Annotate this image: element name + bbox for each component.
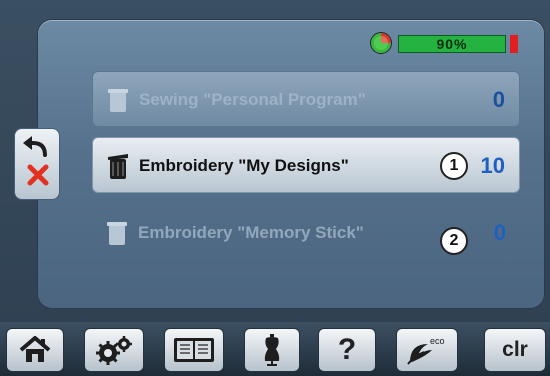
- clear-icon: clr: [502, 338, 528, 361]
- eco-label: eco: [430, 336, 445, 346]
- clear-button[interactable]: clr: [484, 328, 546, 372]
- callout-2: 2: [440, 227, 468, 255]
- help-icon: ?: [337, 333, 357, 366]
- list-item-count: 10: [480, 153, 505, 178]
- trash-bin-icon: [107, 222, 127, 245]
- list-item-count: 0: [492, 87, 505, 112]
- home-button[interactable]: [6, 328, 64, 372]
- screen-area: 90% Sewing "Personal Program" 0 Embroide…: [0, 0, 550, 322]
- callout-1: 1: [440, 152, 468, 180]
- status-indicator: 90%: [370, 32, 526, 54]
- tutorial-button[interactable]: [164, 328, 224, 372]
- bottom-toolbar: ? eco clr: [0, 322, 550, 376]
- eco-button[interactable]: eco: [396, 328, 458, 372]
- help-button[interactable]: ?: [318, 328, 376, 372]
- list-item-label: Embroidery "My Designs": [139, 156, 349, 175]
- home-icon: [19, 336, 51, 362]
- list-item-label: Embroidery "Memory Stick": [138, 223, 364, 242]
- fill-level-marker: [510, 35, 518, 53]
- back-cancel-button[interactable]: [14, 128, 60, 200]
- tutorial-book-icon: [174, 338, 214, 362]
- fill-level-bar: 90%: [398, 35, 506, 53]
- cancel-x-icon: [27, 164, 49, 186]
- list-item-label: Sewing "Personal Program": [139, 90, 366, 109]
- list-item-sewing-personal-program[interactable]: Sewing "Personal Program" 0: [92, 71, 520, 127]
- consultant-dressform-icon: [264, 334, 280, 366]
- setup-button[interactable]: [84, 328, 144, 372]
- eco-icon: eco: [407, 336, 445, 365]
- list-item-count: 0: [493, 220, 506, 245]
- trash-bin-icon: [108, 89, 128, 112]
- consultant-button[interactable]: [244, 328, 300, 372]
- settings-gears-icon: [96, 336, 132, 365]
- fill-level-text: 90%: [436, 36, 468, 52]
- trash-bin-icon: [108, 154, 128, 179]
- pie-chart-icon: [370, 32, 392, 54]
